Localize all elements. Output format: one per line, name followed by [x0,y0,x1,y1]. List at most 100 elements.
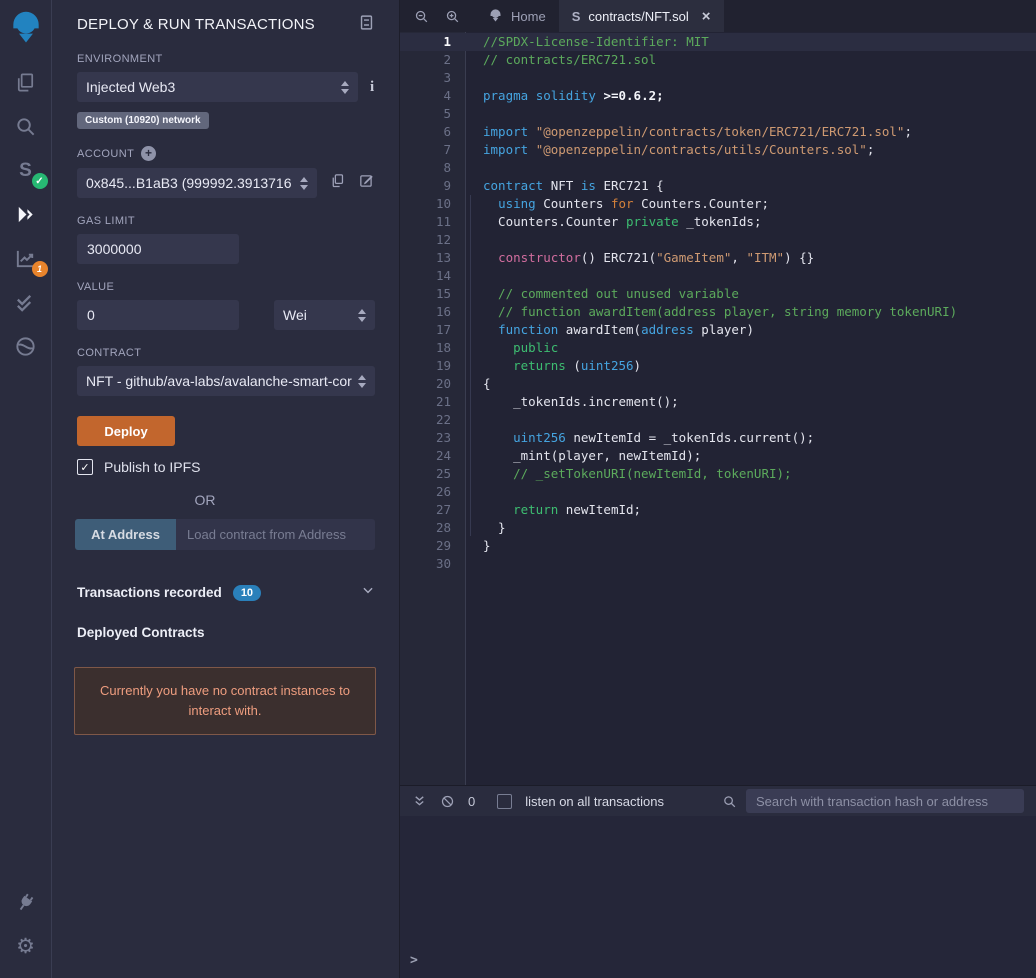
code-line[interactable]: 20{ [400,375,1036,393]
code-line[interactable]: 21 _tokenIds.increment(); [400,393,1036,411]
code-line[interactable]: 16 // function awardItem(address player,… [400,303,1036,321]
code-line[interactable]: 23 uint256 newItemId = _tokenIds.current… [400,429,1036,447]
chevron-down-icon[interactable] [361,583,375,602]
line-number: 21 [400,393,466,411]
line-code [466,555,483,573]
code-line[interactable]: 1//SPDX-License-Identifier: MIT [400,33,1036,51]
select-arrows-icon [300,177,308,190]
settings-icon[interactable]: ⚙ [11,931,41,961]
code-line[interactable]: 3 [400,69,1036,87]
zoom-out-icon[interactable] [414,9,429,24]
code-line[interactable]: 13 constructor() ERC721("GameItem", "ITM… [400,249,1036,267]
line-code: public [466,339,558,357]
gas-limit-label: GAS LIMIT [77,215,375,227]
expand-terminal-icon[interactable] [412,794,427,809]
editor-tabbar: Home S contracts/NFT.sol × [400,0,1036,32]
remix-home-icon [488,7,503,26]
code-line[interactable]: 30 [400,555,1036,573]
terminal-search-icon [722,794,737,809]
code-line[interactable]: 15 // commented out unused variable [400,285,1036,303]
code-line[interactable]: 4pragma solidity >=0.6.2; [400,87,1036,105]
publish-ipfs-checkbox[interactable]: ✓ [77,459,93,475]
search-icon[interactable] [11,111,41,141]
deploy-button[interactable]: Deploy [77,416,175,446]
code-line[interactable]: 18 public [400,339,1036,357]
tab-nft-sol[interactable]: S contracts/NFT.sol × [559,0,724,32]
code-line[interactable]: 14 [400,267,1036,285]
line-number: 23 [400,429,466,447]
line-number: 26 [400,483,466,501]
deploy-run-panel: DEPLOY & RUN TRANSACTIONS ENVIRONMENT In… [52,0,400,978]
zoom-in-icon[interactable] [445,9,460,24]
file-explorer-icon[interactable] [11,67,41,97]
code-line[interactable]: 29} [400,537,1036,555]
value-unit-select[interactable]: Wei [274,300,375,330]
code-line[interactable]: 10 using Counters for Counters.Counter; [400,195,1036,213]
code-line[interactable]: 17 function awardItem(address player) [400,321,1036,339]
code-line[interactable]: 27 return newItemId; [400,501,1036,519]
transactions-recorded-row[interactable]: Transactions recorded 10 [77,583,375,602]
code-line[interactable]: 5 [400,105,1036,123]
add-account-icon[interactable]: + [141,146,156,161]
line-number: 30 [400,555,466,573]
transactions-recorded-label: Transactions recorded [77,585,222,600]
terminal-console[interactable]: > [400,816,1036,978]
terminal-search-input[interactable] [746,789,1024,813]
unit-testing-icon[interactable] [11,287,41,317]
contract-select[interactable]: NFT - github/ava-labs/avalanche-smart-co… [77,366,375,396]
code-line[interactable]: 7import "@openzeppelin/contracts/utils/C… [400,141,1036,159]
plugin-manager-icon[interactable] [11,887,41,917]
code-line[interactable]: 22 [400,411,1036,429]
line-code: // _setTokenURI(newItemId, tokenURI); [466,465,792,483]
line-code [466,267,483,285]
line-code: import "@openzeppelin/contracts/token/ER… [466,123,912,141]
code-line[interactable]: 6import "@openzeppelin/contracts/token/E… [400,123,1036,141]
line-number: 27 [400,501,466,519]
listen-transactions-checkbox[interactable] [497,794,512,809]
code-line[interactable]: 12 [400,231,1036,249]
sign-message-icon[interactable] [358,172,375,194]
line-number: 13 [400,249,466,267]
at-address-input[interactable] [176,519,375,550]
line-code: returns (uint256) [466,357,641,375]
code-line[interactable]: 19 returns (uint256) [400,357,1036,375]
code-line[interactable]: 24 _mint(player, newItemId); [400,447,1036,465]
line-number: 4 [400,87,466,105]
solidity-compiler-icon[interactable]: S ✓ [11,155,41,185]
gas-limit-input[interactable] [77,234,239,264]
static-analysis-icon[interactable]: 1 [11,243,41,273]
contract-label: CONTRACT [77,347,375,359]
icon-rail: S ✓ 1 [0,0,52,978]
deploy-run-icon[interactable] [11,199,41,229]
code-editor[interactable]: 1//SPDX-License-Identifier: MIT2// contr… [400,32,1036,785]
code-line[interactable]: 2// contracts/ERC721.sol [400,51,1036,69]
line-number: 22 [400,411,466,429]
line-number: 11 [400,213,466,231]
code-line[interactable]: 26 [400,483,1036,501]
clear-console-icon[interactable] [440,794,455,809]
compile-success-badge: ✓ [32,173,48,189]
value-input[interactable] [77,300,239,330]
environment-info-icon[interactable]: i [370,79,374,96]
close-tab-icon[interactable]: × [702,8,711,25]
debugger-icon[interactable] [11,331,41,361]
account-select[interactable]: 0x845...B1aB3 (999992.3913716 [77,168,317,198]
line-number: 18 [400,339,466,357]
code-line[interactable]: 8 [400,159,1036,177]
code-line[interactable]: 11 Counters.Counter private _tokenIds; [400,213,1036,231]
remix-logo-icon[interactable] [7,6,45,46]
documentation-icon[interactable] [358,14,375,36]
line-code: using Counters for Counters.Counter; [466,195,769,213]
at-address-button[interactable]: At Address [75,519,176,550]
copy-account-icon[interactable] [329,172,346,194]
tab-home[interactable]: Home [475,0,559,32]
line-number: 14 [400,267,466,285]
line-number: 8 [400,159,466,177]
code-line[interactable]: 9contract NFT is ERC721 { [400,177,1036,195]
line-code [466,159,483,177]
code-line[interactable]: 28 } [400,519,1036,537]
account-label: ACCOUNT + [77,146,375,161]
environment-select[interactable]: Injected Web3 [77,72,358,102]
code-line[interactable]: 25 // _setTokenURI(newItemId, tokenURI); [400,465,1036,483]
line-code: // commented out unused variable [466,285,739,303]
